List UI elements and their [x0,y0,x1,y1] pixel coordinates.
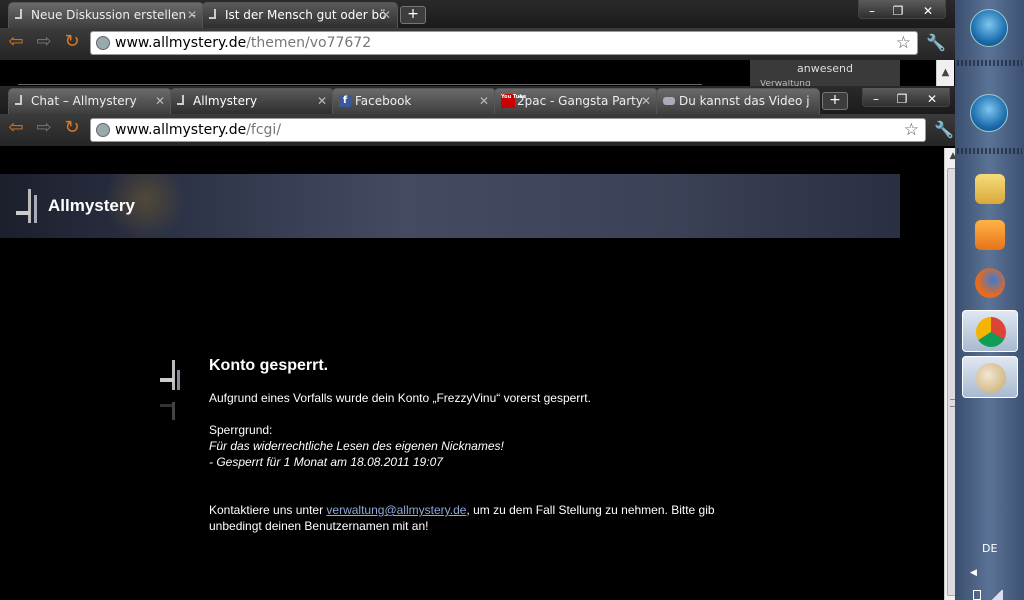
media-player-icon [975,220,1005,250]
tab-label: Chat – Allmystery [31,94,137,108]
peek-label: anwesend [797,62,853,75]
tab-facebook[interactable]: f Facebook ✕ [332,88,496,114]
notice: Konto gesperrt. Aufgrund eines Vorfalls … [209,354,769,534]
allmystery-favicon-icon [177,95,184,105]
tab-label: Du kannst das Video j [679,94,810,108]
tray-expand-icon[interactable]: ◀ [970,568,977,578]
taskbar-grip [957,148,1022,154]
folder-icon [975,174,1005,204]
language-indicator[interactable]: DE [982,542,997,555]
new-tab-button[interactable]: + [400,6,426,24]
windows-start-icon[interactable] [970,94,1008,132]
close-tab-icon[interactable]: ✕ [317,89,327,113]
signal-icon[interactable] [991,590,1003,600]
paint-taskbar-button[interactable] [962,356,1018,398]
page-title: Konto gesperrt. [209,357,329,374]
site-header: Allmystery [0,174,900,238]
back-tab-new-discussion[interactable]: Neue Diskussion erstellen – ✕ [8,2,204,28]
front-tab-strip: Chat – Allmystery ✕ Allmystery ✕ f Faceb… [0,86,955,116]
tab-label: Ist der Mensch gut oder bö [225,8,387,22]
youtube-favicon-icon: You Tube [501,94,526,108]
forward-arrow-icon[interactable]: ⇨ [34,114,54,142]
maximize-button[interactable]: ❐ [885,3,911,19]
close-tab-icon[interactable]: ✕ [187,3,197,27]
chrome-taskbar-button[interactable] [962,310,1018,352]
minimize-button[interactable]: – [863,91,889,107]
back-address-bar[interactable]: www.allmystery.de/themen/vo77672 ☆ [90,31,918,55]
back-arrow-icon[interactable]: ⇦ [6,114,26,142]
back-tab-strip: Neue Diskussion erstellen – ✕ Ist der Me… [0,0,955,30]
facebook-favicon-icon: f [339,95,351,107]
forward-arrow-icon[interactable]: ⇨ [34,28,54,56]
url-text: www.allmystery.de/fcgi/ [115,122,282,138]
bookmark-star-icon[interactable]: ☆ [896,32,911,54]
back-arrow-icon[interactable]: ⇦ [6,28,26,56]
close-button[interactable]: ✕ [915,91,949,107]
windows-start-icon[interactable] [970,9,1008,47]
reload-icon[interactable]: ↻ [62,114,82,142]
chrome-icon [976,317,1006,347]
back-window-controls: – ❐ ✕ [858,0,946,19]
reason-text: Für das widerrechtliche Lesen des eigene… [209,439,504,453]
wrench-icon[interactable]: 🔧 [926,33,946,52]
firefox-taskbar-button[interactable] [962,262,1018,304]
tab-video[interactable]: Du kannst das Video j [656,88,820,114]
allmystery-favicon-icon [209,9,216,19]
taskbar-grip [957,60,1022,66]
tab-label: 2pac - Gangsta Party [517,94,643,108]
tab-label: Facebook [355,94,412,108]
front-toolbar: ⇦ ⇨ ↻ www.allmystery.de/fcgi/ ☆ 🔧 [0,114,955,146]
reload-icon[interactable]: ↻ [62,28,82,56]
media-player-taskbar-button[interactable] [962,214,1018,256]
url-text: www.allmystery.de/themen/vo77672 [115,35,372,51]
close-tab-icon[interactable]: ✕ [479,89,489,113]
globe-icon [96,123,110,137]
peek-box: anwesend Verwaltung [750,60,900,88]
close-tab-icon[interactable]: ✕ [641,89,651,113]
battery-icon[interactable] [973,590,981,600]
contact-text: Kontaktiere uns unter verwaltung@allmyst… [209,503,715,533]
back-page-peek: anwesend Verwaltung ▲ [0,60,955,88]
contact-email-link[interactable]: verwaltung@allmystery.de [326,503,466,517]
tab-label: Neue Diskussion erstellen – [31,8,196,22]
back-tab-mensch[interactable]: Ist der Mensch gut oder bö ✕ [202,2,398,28]
tab-chat[interactable]: Chat – Allmystery ✕ [8,88,172,114]
tab-2pac[interactable]: You Tube 2pac - Gangsta Party ✕ [494,88,658,114]
back-scrollbar[interactable]: ▲ [936,60,954,88]
page-viewport: Allmystery Konto gesperrt. Aufgrund eine… [0,148,944,600]
chat-bubble-icon [663,97,675,105]
close-tab-icon[interactable]: ✕ [155,89,165,113]
windows-taskbar: DE ◀ [955,0,1024,600]
wrench-icon[interactable]: 🔧 [934,120,954,139]
close-button[interactable]: ✕ [911,3,945,19]
reason-label: Sperrgrund: [209,423,273,437]
explorer-taskbar-button[interactable] [962,168,1018,210]
allmystery-favicon-icon [15,9,22,19]
close-tab-icon[interactable]: ✕ [381,3,391,27]
bookmark-star-icon[interactable]: ☆ [904,119,919,141]
front-address-bar[interactable]: www.allmystery.de/fcgi/ ☆ [90,118,926,142]
globe-icon [96,36,110,50]
divider [18,84,702,85]
ban-message: Aufgrund eines Vorfalls wurde dein Konto… [209,391,591,405]
firefox-icon [975,268,1005,298]
site-logo-text[interactable]: Allmystery [48,196,135,216]
back-toolbar: ⇦ ⇨ ↻ www.allmystery.de/themen/vo77672 ☆… [0,28,955,60]
ban-duration: - Gesperrt für 1 Monat am 18.08.2011 19:… [209,455,443,469]
new-tab-button[interactable]: + [822,92,848,110]
tab-label: Allmystery [193,94,258,108]
minimize-button[interactable]: – [859,3,885,19]
allmystery-favicon-icon [15,95,22,105]
tab-allmystery[interactable]: Allmystery ✕ [170,88,334,114]
maximize-button[interactable]: ❐ [889,91,915,107]
paint-icon [976,363,1006,393]
notice-logo-icon [160,360,180,420]
front-window-controls: – ❐ ✕ [862,88,950,107]
allmystery-logo-icon [16,189,37,223]
